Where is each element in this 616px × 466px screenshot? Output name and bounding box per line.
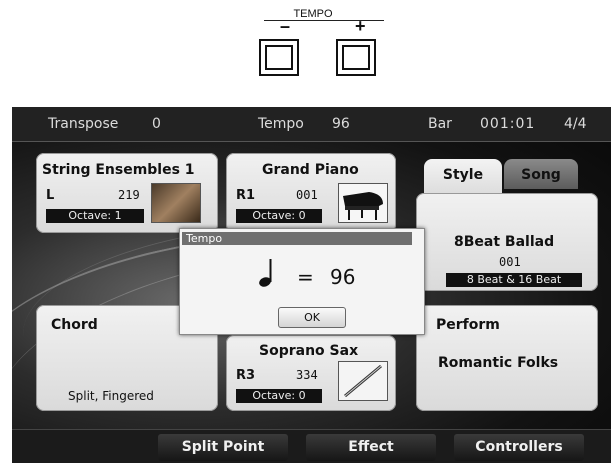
bar-label: Bar (428, 116, 452, 132)
dialog-title: Tempo (182, 232, 412, 245)
bar-value: 001:01 (480, 116, 536, 132)
style-panel[interactable]: 8Beat Ballad 001 8 Beat & 16 Beat (416, 193, 598, 291)
perform-title: Perform (436, 317, 500, 333)
transpose-label: Transpose (48, 116, 119, 132)
voice-r3-name: Soprano Sax (259, 343, 359, 359)
tab-song[interactable]: Song (504, 159, 578, 189)
style-category: 8 Beat & 16 Beat (446, 273, 582, 287)
effect-button[interactable]: Effect (306, 434, 436, 461)
perform-panel[interactable]: Perform Romantic Folks (416, 305, 598, 411)
status-bar: Transpose 0 Tempo 96 Bar 001:01 4/4 (12, 107, 611, 142)
tempo-dialog: Tempo = 96 OK (179, 228, 425, 335)
tempo-plus-label: + (355, 16, 366, 36)
voice-l-part: L (46, 188, 55, 203)
transpose-value: 0 (152, 116, 161, 132)
voice-r3-octave: Octave: 0 (236, 389, 322, 403)
instrument-display: Transpose 0 Tempo 96 Bar 001:01 4/4 Stri… (12, 107, 611, 463)
grand-piano-icon (338, 183, 388, 223)
tempo-label: Tempo (258, 116, 304, 132)
split-point-button[interactable]: Split Point (158, 434, 288, 461)
tempo-minus-button[interactable] (259, 39, 299, 76)
voice-r1-name: Grand Piano (262, 162, 359, 178)
dialog-equals: = (297, 265, 314, 289)
perform-name: Romantic Folks (438, 355, 559, 371)
voice-r1-octave: Octave: 0 (236, 209, 322, 223)
voice-r3-number: 334 (296, 368, 318, 382)
violin-icon (151, 183, 201, 223)
time-signature: 4/4 (564, 116, 587, 132)
saxophone-icon (338, 361, 388, 401)
voice-r1-panel[interactable]: Grand Piano R1 001 Octave: 0 (226, 153, 396, 233)
voice-l-number: 219 (118, 188, 140, 202)
style-name: 8Beat Ballad (454, 234, 555, 250)
tempo-diagram-title: TEMPO (293, 8, 333, 20)
voice-r3-part: R3 (236, 368, 256, 383)
tempo-minus-label: – (280, 16, 291, 36)
tab-style[interactable]: Style (424, 159, 502, 195)
chord-title: Chord (51, 317, 98, 333)
tempo-button-diagram: TEMPO – + (0, 0, 616, 100)
voice-r3-panel[interactable]: Soprano Sax R3 334 Octave: 0 (226, 335, 396, 411)
voice-r1-part: R1 (236, 188, 256, 203)
dialog-tempo-value: 96 (330, 265, 356, 289)
quarter-note-icon (259, 259, 272, 287)
ok-button[interactable]: OK (278, 307, 346, 328)
tempo-plus-button[interactable] (336, 39, 376, 76)
tempo-value: 96 (332, 116, 350, 132)
voice-l-panel[interactable]: String Ensembles 1 L 219 Octave: 1 (36, 153, 218, 233)
voice-l-octave: Octave: 1 (46, 209, 144, 223)
bottom-function-bar: Split Point Effect Controllers (12, 429, 611, 463)
chord-mode: Split, Fingered (68, 389, 154, 403)
voice-l-name: String Ensembles 1 (42, 162, 195, 178)
voice-r1-number: 001 (296, 188, 318, 202)
controllers-button[interactable]: Controllers (454, 434, 584, 461)
style-number: 001 (499, 255, 521, 269)
